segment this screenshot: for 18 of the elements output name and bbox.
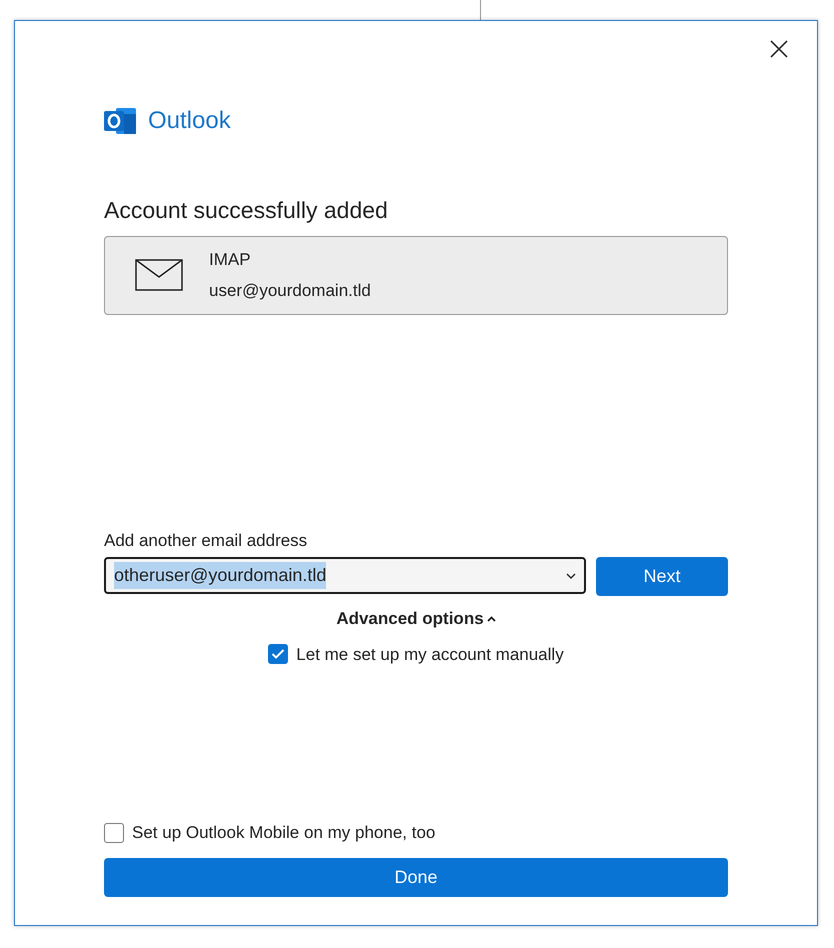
account-email: user@yourdomain.tld [209,280,371,302]
heading: Account successfully added [104,196,389,225]
next-button[interactable]: Next [596,557,728,596]
caret-icon [566,572,576,578]
envelope-icon [135,259,183,291]
advanced-options-toggle[interactable]: Advanced options [336,606,496,632]
account-type: IMAP [209,248,252,271]
chevron-icon [486,616,496,622]
logo-icon [104,106,138,136]
done-button[interactable]: Done [104,858,728,896]
checkbox[interactable] [268,644,288,664]
checkbox[interactable] [104,822,124,843]
app-name: Outlook [148,106,231,136]
check-icon [271,648,286,660]
checkbox-label: Set up Outlook Mobile on my phone, too [132,822,436,844]
email-combobox[interactable]: otheruser@yourdomain.tld [104,557,586,594]
field-label: Add another email address [104,530,308,552]
checkbox-label: Let me set up my account manually [296,644,564,666]
